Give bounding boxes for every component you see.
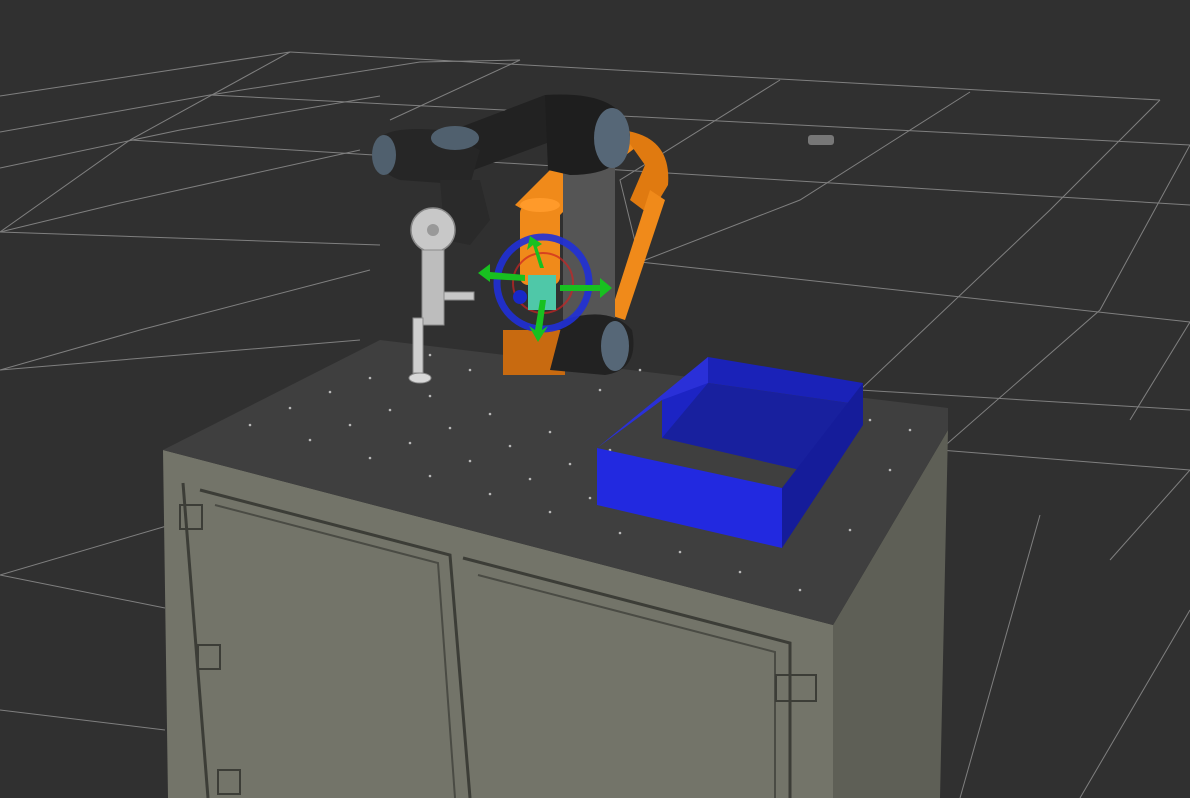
- distant-object: [808, 135, 834, 145]
- gripper-arm: [443, 291, 475, 301]
- arm-shoulder-cap: [594, 108, 630, 168]
- gripper-foot: [408, 372, 432, 384]
- arm-elbow-cap-top: [431, 126, 479, 150]
- gripper-finger: [412, 317, 424, 374]
- marker-center[interactable]: [513, 290, 527, 304]
- arm-elbow-cap: [372, 135, 396, 175]
- gripper-plate: [421, 249, 445, 326]
- gripper-flange-center: [427, 224, 439, 236]
- scene-canvas[interactable]: [0, 0, 1190, 798]
- arm-base-cap: [601, 321, 629, 371]
- 3d-viewport[interactable]: [0, 0, 1190, 798]
- goal-wrist-cap: [520, 198, 560, 212]
